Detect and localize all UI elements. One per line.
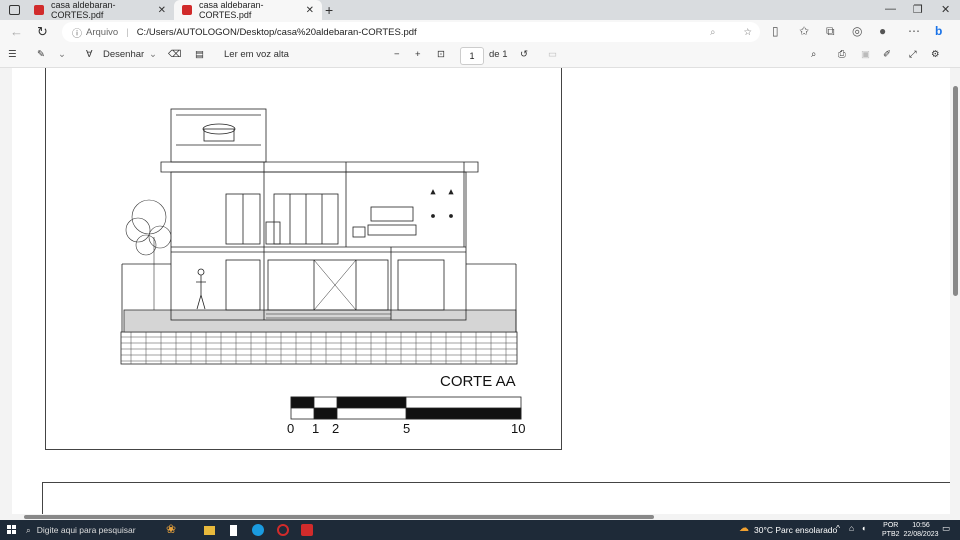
close-icon[interactable]: ✕ bbox=[158, 5, 166, 16]
network-icon[interactable]: ⌂ bbox=[849, 523, 854, 533]
split-screen-icon[interactable]: ▯ bbox=[772, 24, 779, 38]
scale-label: 10 bbox=[511, 421, 526, 436]
document-app-icon[interactable] bbox=[230, 525, 237, 536]
minimize-icon[interactable]: — bbox=[885, 3, 896, 15]
url-separator: | bbox=[126, 26, 129, 38]
language-sub-label: PTB2 bbox=[882, 531, 900, 538]
language-indicator[interactable]: POR PTB2 bbox=[882, 521, 900, 539]
weather-icon[interactable]: ☁ bbox=[739, 523, 749, 534]
zoom-icon[interactable]: ⌕ bbox=[710, 27, 715, 38]
taskbar: ⌕ Digite aqui para pesquisar ❀ ☁ 30°C Pa… bbox=[0, 520, 960, 540]
favorite-star-icon[interactable]: ☆ bbox=[743, 27, 752, 38]
read-aloud-button[interactable]: Ler em voz alta bbox=[224, 49, 289, 60]
settings-gear-icon[interactable]: ⚙ bbox=[931, 49, 940, 60]
fullscreen-icon[interactable]: ⤢ bbox=[909, 49, 917, 60]
close-window-icon[interactable]: ✕ bbox=[941, 3, 950, 16]
tab-pdf-1[interactable]: casa aldebaran-CORTES.pdf ✕ bbox=[26, 0, 174, 20]
tab-strip: casa aldebaran-CORTES.pdf ✕ casa aldebar… bbox=[0, 0, 960, 20]
page-number-input[interactable]: 1 bbox=[460, 47, 484, 65]
section-title: CORTE AA bbox=[440, 373, 516, 390]
language-label: POR bbox=[883, 522, 899, 529]
tab-title: casa aldebaran-CORTES.pdf bbox=[51, 0, 116, 20]
pdf-file-icon bbox=[34, 5, 44, 15]
acrobat-icon[interactable] bbox=[301, 524, 313, 536]
chevron-down-icon[interactable]: ⌄ bbox=[58, 49, 66, 60]
scale-bar bbox=[290, 396, 522, 420]
clock-time: 10:56 bbox=[912, 522, 930, 529]
tab-actions-icon[interactable] bbox=[9, 5, 20, 15]
pdf-page: CORTE AA 0 1 2 5 10 bbox=[12, 68, 950, 514]
new-tab-button[interactable]: + bbox=[325, 2, 333, 18]
clock[interactable]: 10:56 22/08/2023 bbox=[900, 521, 942, 539]
scale-labels: 0 1 2 5 10 bbox=[286, 421, 536, 437]
save-icon[interactable]: ▣ bbox=[861, 49, 870, 60]
address-bar: ← ↻ ⓘ Arquivo | C:/Users/AUTOLOGON/Deskt… bbox=[0, 20, 960, 44]
tab-title: casa aldebaran-CORTES.pdf bbox=[199, 0, 264, 20]
url-scheme-label: Arquivo bbox=[86, 26, 119, 38]
profile-avatar-icon[interactable]: ● bbox=[879, 24, 886, 38]
favorites-icon[interactable]: ✩ bbox=[799, 24, 809, 38]
search-icon[interactable]: ⌕ bbox=[811, 49, 816, 60]
page-total-label: de 1 bbox=[489, 49, 508, 60]
rotate-icon[interactable]: ↺ bbox=[520, 49, 528, 60]
save-as-icon[interactable]: ✐ bbox=[883, 49, 891, 60]
scale-label: 5 bbox=[403, 421, 411, 436]
draw-button[interactable]: Desenhar bbox=[103, 49, 144, 60]
file-explorer-icon[interactable] bbox=[204, 526, 215, 535]
windows-start-icon[interactable] bbox=[7, 525, 17, 535]
fit-page-icon[interactable]: ⊡ bbox=[437, 49, 445, 60]
tab-pdf-2[interactable]: casa aldebaran-CORTES.pdf ✕ bbox=[174, 0, 322, 20]
url-text: C:/Users/AUTOLOGON/Desktop/casa%20aldeba… bbox=[136, 26, 417, 38]
eraser-icon[interactable]: ⌫ bbox=[168, 49, 181, 60]
zoom-out-icon[interactable]: − bbox=[394, 49, 400, 60]
opera-icon[interactable] bbox=[277, 524, 289, 536]
weather-text[interactable]: 30°C Parc ensolarado bbox=[754, 525, 837, 535]
copilot-icon[interactable]: b bbox=[935, 24, 942, 38]
scale-label: 2 bbox=[332, 421, 340, 436]
volume-icon[interactable]: ◖ bbox=[861, 523, 866, 533]
pdf-file-icon bbox=[182, 5, 192, 15]
pdf-toolbar: ☰ ✎ ⌄ ∀ Desenhar ⌄ ⌫ ▤ Ler em voz alta −… bbox=[0, 44, 960, 68]
zoom-in-icon[interactable]: + bbox=[415, 49, 421, 60]
back-icon[interactable]: ← bbox=[10, 24, 23, 39]
collections-icon[interactable]: ⧉ bbox=[826, 24, 835, 39]
read-aloud-icon[interactable]: ▤ bbox=[195, 49, 204, 60]
scrollbar-thumb[interactable] bbox=[953, 86, 958, 296]
url-field[interactable]: ⓘ Arquivo | C:/Users/AUTOLOGON/Desktop/c… bbox=[62, 22, 760, 42]
info-icon[interactable]: ⓘ bbox=[72, 25, 82, 40]
highlight-icon[interactable]: ✎ bbox=[37, 49, 45, 60]
draw-icon[interactable]: ∀ bbox=[86, 49, 93, 60]
extension-icon[interactable]: ◎ bbox=[852, 24, 862, 38]
clock-date: 22/08/2023 bbox=[903, 531, 939, 538]
refresh-icon[interactable]: ↻ bbox=[37, 24, 48, 40]
maximize-icon[interactable]: ❐ bbox=[913, 3, 923, 16]
drawing-frame bbox=[42, 482, 950, 514]
contents-icon[interactable]: ☰ bbox=[8, 49, 17, 60]
scale-label: 1 bbox=[312, 421, 320, 436]
search-highlight-icon[interactable]: ❀ bbox=[166, 522, 176, 536]
scrollbar-thumb[interactable] bbox=[24, 515, 654, 519]
scale-label: 0 bbox=[287, 421, 295, 436]
print-icon[interactable]: ⎙ bbox=[838, 49, 846, 60]
notifications-icon[interactable]: ▭ bbox=[942, 523, 950, 534]
edge-icon[interactable] bbox=[252, 524, 264, 536]
drawing-frame: CORTE AA 0 1 2 5 10 bbox=[45, 68, 562, 450]
search-icon: ⌕ bbox=[26, 524, 31, 535]
page-view-icon[interactable]: ▭ bbox=[548, 49, 557, 60]
chevron-down-icon[interactable]: ⌄ bbox=[149, 49, 157, 60]
chevron-up-icon[interactable]: ^ bbox=[836, 523, 840, 533]
section-drawing bbox=[120, 108, 522, 420]
pdf-page bbox=[12, 476, 950, 514]
more-menu-icon[interactable]: ⋯ bbox=[908, 24, 920, 38]
close-icon[interactable]: ✕ bbox=[306, 5, 314, 16]
pdf-viewer[interactable]: CORTE AA 0 1 2 5 10 bbox=[0, 68, 950, 514]
vertical-scrollbar[interactable] bbox=[950, 68, 960, 514]
taskbar-search-placeholder: Digite aqui para pesquisar bbox=[36, 525, 136, 535]
